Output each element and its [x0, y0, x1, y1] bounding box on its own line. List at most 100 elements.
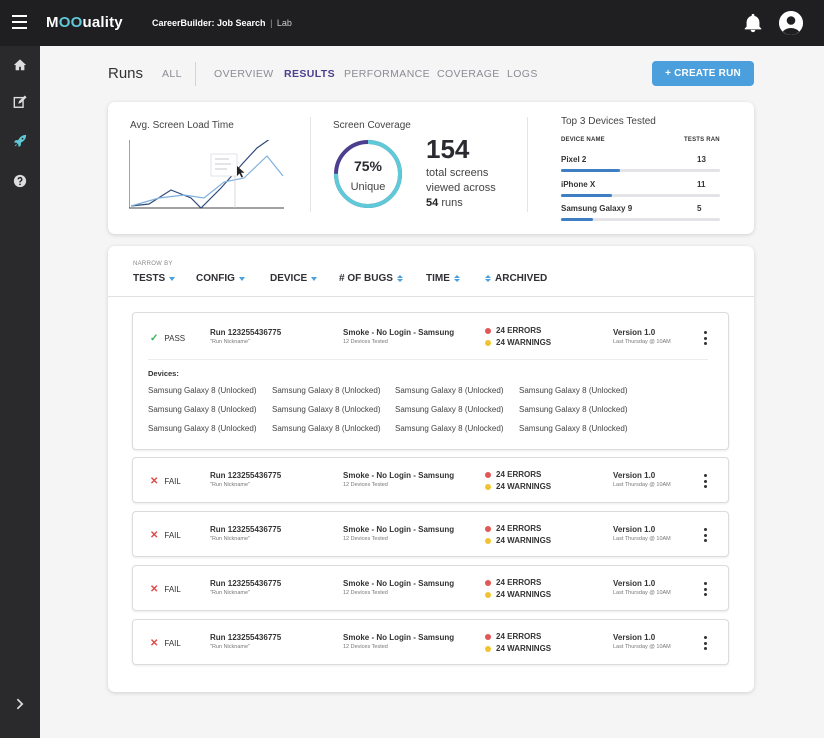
warning-count: 24 WARNINGS — [485, 644, 551, 653]
more-options-icon[interactable] — [702, 582, 708, 596]
create-run-button[interactable]: + CREATE RUN — [652, 61, 754, 86]
tests-ran-header: TESTS RAN — [684, 137, 720, 143]
load-time-sparkline — [129, 140, 284, 209]
devices-label: Devices: — [148, 369, 179, 378]
filter-bugs[interactable]: # OF BUGS — [339, 273, 403, 284]
error-count: 24 ERRORS — [485, 470, 541, 479]
filter-time[interactable]: TIME — [426, 273, 460, 284]
user-avatar-icon[interactable] — [779, 11, 803, 35]
more-options-icon[interactable] — [702, 474, 708, 488]
rocket-icon[interactable] — [0, 123, 40, 159]
top-device-tests: 11 — [697, 180, 706, 189]
run-name: Run 123255436775 — [210, 579, 282, 588]
error-count: 24 ERRORS — [485, 524, 541, 533]
filter-config[interactable]: CONFIG — [196, 273, 245, 284]
coverage-percent: 75% — [354, 158, 383, 174]
status-badge: ✓ PASS — [150, 333, 186, 344]
run-time: Last Thursday @ 10AM — [613, 590, 671, 596]
sort-icon — [485, 275, 491, 282]
device-item: Samsung Galaxy 8 (Unlocked) — [272, 405, 381, 414]
tab-all[interactable]: ALL — [162, 68, 182, 80]
tab-logs[interactable]: LOGS — [507, 68, 538, 80]
run-test-name: Smoke - No Login - Samsung — [343, 633, 455, 642]
status-badge: ✕ FAIL — [150, 584, 181, 595]
run-row[interactable]: ✕ FAIL Run 123255436775 "Run Nickname" Sm… — [132, 565, 729, 611]
devices-tested: 12 Devices Tested — [343, 482, 388, 488]
results-card: NARROW BY TESTS CONFIG DEVICE # OF BUGS … — [108, 246, 754, 692]
run-nickname: "Run Nickname" — [210, 644, 250, 650]
project-name: CareerBuilder: Job Search — [152, 18, 266, 28]
x-icon: ✕ — [150, 530, 159, 541]
top-device-bar — [561, 194, 720, 197]
run-version: Version 1.0 — [613, 328, 656, 337]
tab-performance[interactable]: PERFORMANCE — [344, 68, 430, 80]
run-test-name: Smoke - No Login - Samsung — [343, 579, 455, 588]
device-item: Samsung Galaxy 8 (Unlocked) — [148, 424, 257, 433]
run-version: Version 1.0 — [613, 525, 656, 534]
tab-overview[interactable]: OVERVIEW — [214, 68, 274, 80]
device-item: Samsung Galaxy 8 (Unlocked) — [519, 386, 628, 395]
top-device-name: iPhone X — [561, 180, 596, 189]
error-count: 24 ERRORS — [485, 578, 541, 587]
device-item: Samsung Galaxy 8 (Unlocked) — [272, 386, 381, 395]
narrow-by-label: NARROW BY — [133, 261, 173, 267]
run-name: Run 123255436775 — [210, 471, 282, 480]
device-item: Samsung Galaxy 8 (Unlocked) — [148, 405, 257, 414]
run-version: Version 1.0 — [613, 633, 656, 642]
home-icon[interactable] — [0, 47, 40, 83]
chevron-down-icon — [311, 276, 318, 281]
run-version: Version 1.0 — [613, 579, 656, 588]
app-logo[interactable]: MOOuality — [46, 14, 123, 31]
tab-coverage[interactable]: COVERAGE — [437, 68, 500, 80]
run-row[interactable]: ✓ PASS Run 123255436775 "Run Nickname" Sm… — [132, 312, 729, 450]
devices-tested: 12 Devices Tested — [343, 339, 388, 345]
more-options-icon[interactable] — [702, 528, 708, 542]
run-name: Run 123255436775 — [210, 328, 282, 337]
filter-device[interactable]: DEVICE — [270, 273, 318, 284]
x-icon: ✕ — [150, 638, 159, 649]
top-device-tests: 13 — [697, 155, 706, 164]
x-icon: ✕ — [150, 476, 159, 487]
devices-tested: 12 Devices Tested — [343, 644, 388, 650]
devices-tested: 12 Devices Tested — [343, 590, 388, 596]
device-item: Samsung Galaxy 8 (Unlocked) — [395, 386, 504, 395]
menu-icon[interactable] — [12, 15, 27, 29]
notification-bell-icon[interactable] — [742, 12, 764, 34]
coverage-unique: Unique — [351, 181, 386, 193]
page-title: Runs — [108, 65, 144, 82]
load-time-label: Avg. Screen Load Time — [130, 120, 234, 131]
top-device-bar — [561, 169, 720, 172]
warning-count: 24 WARNINGS — [485, 536, 551, 545]
warning-count: 24 WARNINGS — [485, 590, 551, 599]
project-env: Lab — [276, 18, 292, 28]
filter-archived[interactable]: ARCHIVED — [485, 273, 547, 284]
run-test-name: Smoke - No Login - Samsung — [343, 328, 455, 337]
run-name: Run 123255436775 — [210, 633, 282, 642]
help-icon[interactable] — [0, 163, 40, 199]
error-count: 24 ERRORS — [485, 326, 541, 335]
device-item: Samsung Galaxy 8 (Unlocked) — [272, 424, 381, 433]
edit-icon[interactable] — [0, 84, 40, 120]
more-options-icon[interactable] — [702, 331, 708, 345]
more-options-icon[interactable] — [702, 636, 708, 650]
device-item: Samsung Galaxy 8 (Unlocked) — [395, 405, 504, 414]
run-test-name: Smoke - No Login - Samsung — [343, 471, 455, 480]
project-breadcrumb[interactable]: CareerBuilder: Job Search | Lab — [152, 18, 292, 28]
top-bar: MOOuality CareerBuilder: Job Search | La… — [0, 0, 824, 46]
run-row[interactable]: ✕ FAIL Run 123255436775 "Run Nickname" Sm… — [132, 511, 729, 557]
run-name: Run 123255436775 — [210, 525, 282, 534]
run-row[interactable]: ✕ FAIL Run 123255436775 "Run Nickname" Sm… — [132, 619, 729, 665]
chevron-right-icon[interactable] — [0, 686, 40, 722]
run-row[interactable]: ✕ FAIL Run 123255436775 "Run Nickname" Sm… — [132, 457, 729, 503]
runs-count: 54 — [426, 197, 439, 209]
filter-tests[interactable]: TESTS — [133, 273, 176, 284]
tab-results[interactable]: RESULTS — [284, 68, 335, 80]
run-time: Last Thursday @ 10AM — [613, 644, 671, 650]
device-item: Samsung Galaxy 8 (Unlocked) — [519, 405, 628, 414]
error-count: 24 ERRORS — [485, 632, 541, 641]
top-device-name: Samsung Galaxy 9 — [561, 204, 633, 213]
device-item: Samsung Galaxy 8 (Unlocked) — [519, 424, 628, 433]
sort-icon — [396, 275, 403, 282]
check-icon: ✓ — [150, 333, 159, 344]
tab-divider — [195, 62, 196, 86]
